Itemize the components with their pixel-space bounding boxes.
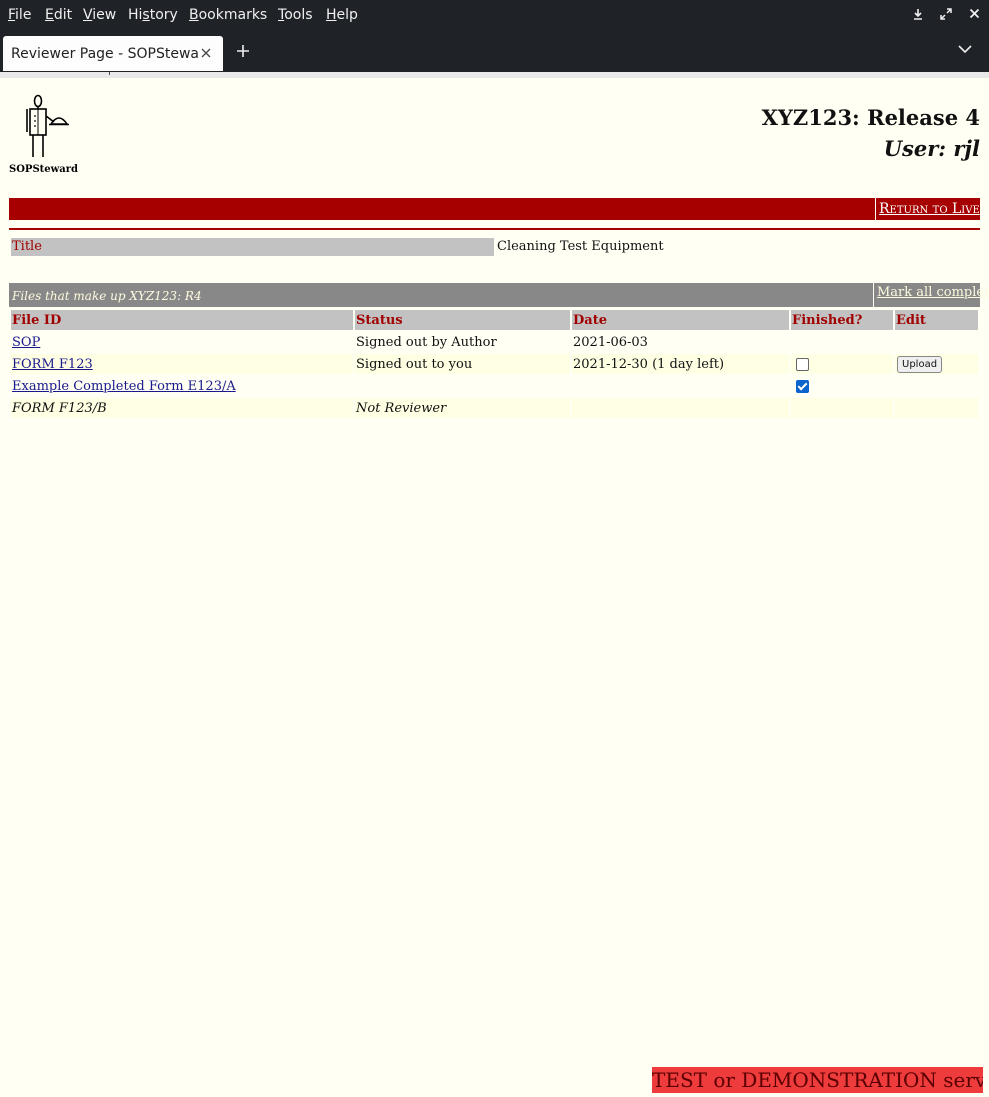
finished-cell: [791, 332, 893, 352]
menu-tools[interactable]: Tools: [278, 7, 313, 23]
upload-button[interactable]: Upload: [897, 355, 943, 373]
mark-all-complete-link[interactable]: Mark all complete: [877, 285, 989, 300]
return-cell: Return to Live: [876, 198, 980, 220]
files-caption: Files that make up XYZ123: R4: [12, 289, 202, 303]
chevron-down-icon[interactable]: [958, 42, 972, 58]
finished-cell: [791, 398, 893, 418]
tab-close-icon[interactable]: [201, 44, 211, 62]
finished-cell: [791, 354, 893, 374]
menu-help[interactable]: Help: [326, 7, 358, 23]
web-page: SOPSteward XYZ123: Release 4 User: rjl R…: [0, 78, 989, 1097]
plus-icon[interactable]: [236, 41, 250, 61]
column-header-date: Date: [572, 310, 789, 330]
files-table: File ID Status Date Finished? Edit SOP S…: [9, 308, 980, 420]
table-header-row: File ID Status Date Finished? Edit: [11, 310, 978, 330]
menu-bar: File Edit View History Bookmarks Tools H…: [0, 0, 989, 32]
file-link-sop[interactable]: SOP: [12, 335, 40, 350]
column-header-finished: Finished?: [791, 310, 893, 330]
tab-title: Reviewer Page - SOPSteward: [11, 46, 198, 62]
column-header-edit: Edit: [895, 310, 978, 330]
title-label: Title: [12, 239, 42, 254]
close-icon[interactable]: [966, 8, 982, 24]
divider: [9, 228, 980, 230]
column-header-status: Status: [355, 310, 570, 330]
file-id-cell: Example Completed Form E123/A: [11, 376, 353, 396]
finished-checkbox[interactable]: [796, 379, 809, 393]
fullscreen-icon[interactable]: [938, 8, 954, 24]
status-cell: Signed out by Author: [356, 334, 497, 350]
date-cell: [572, 398, 789, 418]
finished-cell: [791, 376, 893, 396]
table-row: Example Completed Form E123/A: [11, 376, 978, 396]
files-caption-bar: Files that make up XYZ123: R4: [9, 283, 873, 307]
status-cell: Signed out to you: [355, 354, 570, 374]
edit-cell: Upload: [895, 354, 978, 374]
mark-all-cell: Mark all complete: [874, 283, 989, 307]
status-cell: [355, 376, 570, 396]
menu-history[interactable]: History: [128, 7, 178, 23]
file-link-form-f123[interactable]: FORM F123: [12, 357, 93, 372]
finished-checkbox[interactable]: [796, 357, 809, 371]
column-header-file-id: File ID: [11, 310, 353, 330]
download-icon[interactable]: [910, 8, 926, 24]
return-to-live-link[interactable]: Return to Live: [879, 201, 980, 217]
date-cell: [572, 376, 789, 396]
tab-reviewer-page[interactable]: Reviewer Page - SOPSteward: [3, 36, 223, 71]
title-label-cell: Title: [11, 238, 494, 256]
test-server-banner: TEST or DEMONSTRATION server: [652, 1067, 983, 1093]
file-id-cell: FORM F123/B: [11, 398, 353, 418]
menu-file[interactable]: File: [8, 7, 31, 23]
sopsteward-logo: [22, 94, 72, 160]
user-name: User: rjl: [883, 136, 980, 161]
divider: [109, 72, 110, 75]
menu-bookmarks[interactable]: Bookmarks: [189, 7, 267, 23]
status-cell: Not Reviewer: [355, 398, 570, 418]
table-row: FORM F123 Signed out to you 2021-12-30 (…: [11, 354, 978, 374]
date-cell: 2021-12-30 (1 day left): [572, 354, 789, 374]
table-row: FORM F123/B Not Reviewer: [11, 398, 978, 418]
header-bar: [9, 198, 875, 220]
edit-cell: [895, 332, 978, 352]
browser-chrome: File Edit View History Bookmarks Tools H…: [0, 0, 989, 72]
table-row: SOP Signed out by Author 2021-06-03: [11, 332, 978, 352]
logo-caption: SOPSteward: [9, 164, 79, 175]
release-title: XYZ123: Release 4: [761, 105, 980, 130]
document-title: Cleaning Test Equipment: [497, 239, 664, 254]
edit-cell: [895, 376, 978, 396]
menu-view[interactable]: View: [83, 7, 116, 23]
date-cell: 2021-06-03: [573, 334, 648, 350]
file-link-example-form[interactable]: Example Completed Form E123/A: [12, 379, 236, 394]
tab-bar: Reviewer Page - SOPSteward: [0, 32, 989, 72]
edit-cell: [895, 398, 978, 418]
file-id-cell: SOP: [11, 332, 353, 352]
file-id-cell: FORM F123: [11, 354, 353, 374]
menu-edit[interactable]: Edit: [45, 7, 72, 23]
